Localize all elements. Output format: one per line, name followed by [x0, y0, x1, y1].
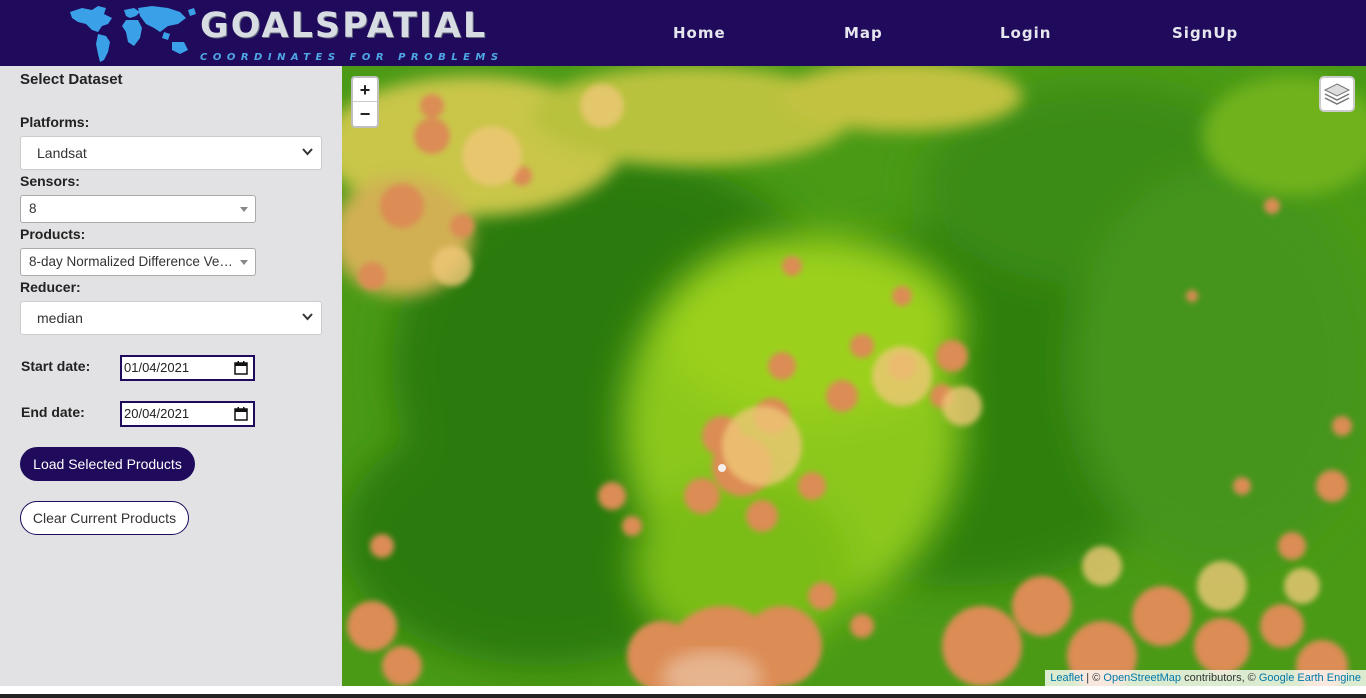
map-view[interactable]: + − Leaflet | © OpenStreetMap contributo…	[342, 66, 1366, 686]
layers-icon	[1323, 83, 1351, 105]
window-bottom-edge	[0, 694, 1366, 698]
products-select[interactable]: 8-day Normalized Difference Vegetation I…	[20, 248, 256, 276]
end-date-input[interactable]: 20/04/2021	[120, 401, 255, 427]
end-date-value: 20/04/2021	[124, 406, 190, 421]
osm-link[interactable]: OpenStreetMap	[1103, 672, 1181, 684]
world-map-icon	[70, 6, 196, 62]
dropdown-arrow-icon	[240, 260, 248, 265]
end-date-label: End date:	[21, 404, 85, 420]
reducer-select[interactable]: median	[20, 301, 322, 335]
zoom-in-button[interactable]: +	[353, 78, 377, 102]
products-label: Products:	[20, 226, 86, 242]
dataset-sidebar: Select Dataset Platforms: Landsat Sensor…	[0, 66, 342, 686]
load-products-button[interactable]: Load Selected Products	[20, 447, 195, 481]
products-select-value: 8-day Normalized Difference Vegetation I…	[29, 254, 234, 269]
chevron-down-icon	[302, 148, 313, 156]
clear-products-button[interactable]: Clear Current Products	[20, 501, 189, 535]
chevron-down-icon	[302, 313, 313, 321]
platforms-select-value: Landsat	[37, 145, 87, 161]
calendar-icon[interactable]	[234, 407, 248, 421]
sensors-select-value: 8	[29, 201, 37, 216]
start-date-value: 01/04/2021	[124, 360, 190, 375]
platforms-label: Platforms:	[20, 114, 90, 130]
start-date-label: Start date:	[21, 358, 91, 374]
ndvi-raster-layer	[342, 66, 1366, 686]
brand-name: GOALSPATIAL	[200, 6, 488, 46]
nav-signup[interactable]: SignUp	[1172, 24, 1238, 42]
nav-map[interactable]: Map	[844, 24, 883, 42]
platforms-select[interactable]: Landsat	[20, 136, 322, 170]
layers-control-button[interactable]	[1319, 76, 1355, 112]
map-attribution: Leaflet | © OpenStreetMap contributors, …	[1045, 670, 1366, 686]
reducer-label: Reducer:	[20, 279, 81, 295]
zoom-out-button[interactable]: −	[353, 102, 377, 126]
nav-login[interactable]: Login	[1000, 24, 1051, 42]
brand-tagline: COORDINATES FOR PROBLEMS	[200, 52, 504, 63]
calendar-icon[interactable]	[234, 361, 248, 375]
sidebar-title: Select Dataset	[20, 71, 123, 88]
gee-link[interactable]: Google Earth Engine	[1259, 672, 1361, 684]
reducer-select-value: median	[37, 310, 83, 326]
sensors-label: Sensors:	[20, 173, 80, 189]
zoom-control: + −	[351, 76, 379, 128]
logo[interactable]: GOALSPATIAL COORDINATES FOR PROBLEMS	[68, 0, 498, 66]
sensors-select[interactable]: 8	[20, 195, 256, 223]
start-date-input[interactable]: 01/04/2021	[120, 355, 255, 381]
attribution-separator: | ©	[1083, 672, 1104, 684]
nav-home[interactable]: Home	[673, 24, 726, 42]
dropdown-arrow-icon	[240, 207, 248, 212]
top-navbar: GOALSPATIAL COORDINATES FOR PROBLEMS Hom…	[0, 0, 1366, 66]
leaflet-link[interactable]: Leaflet	[1050, 672, 1083, 684]
attribution-contributors: contributors, ©	[1181, 672, 1259, 684]
